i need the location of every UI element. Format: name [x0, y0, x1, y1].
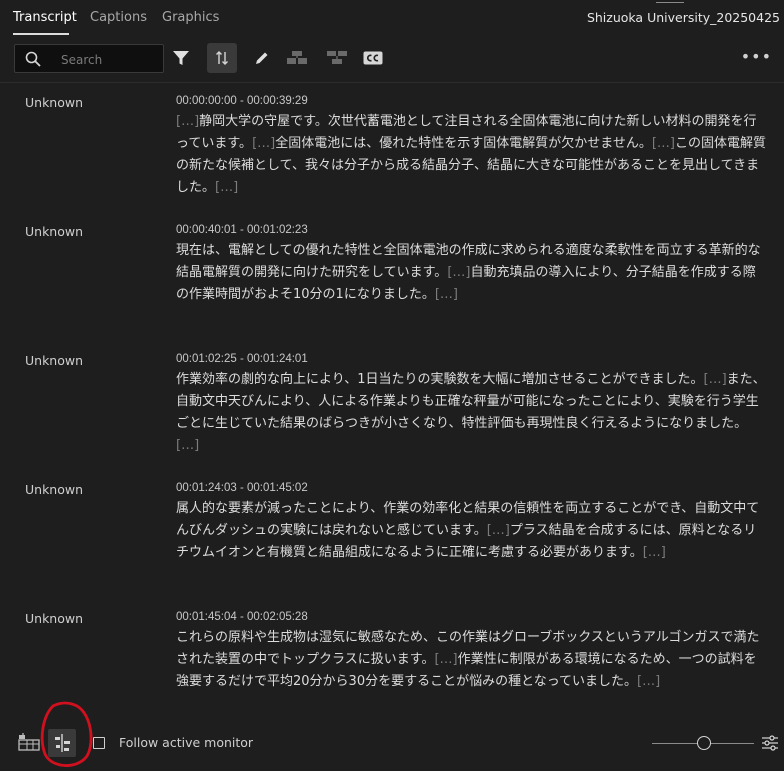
split-segments-button[interactable] [322, 43, 352, 73]
captions-button[interactable] [358, 43, 388, 73]
speaker-label[interactable]: Unknown [25, 611, 83, 626]
segment-timecode: 00:01:45:04 - 00:02:05:28 [176, 611, 308, 623]
transcript-segment[interactable]: Unknown 00:01:02:25 - 00:01:24:01 作業効率の劇… [0, 341, 784, 470]
transcript-list: Unknown 00:00:00:00 - 00:00:39:29 […]静岡大… [0, 83, 784, 715]
filter-button[interactable] [166, 43, 196, 73]
merge-segments-button[interactable] [282, 43, 312, 73]
segment-text[interactable]: これらの原料や生成物は湿気に敏感なため、この作業はグローブボックスというアルゴン… [176, 627, 766, 693]
zoom-slider-thumb[interactable] [697, 736, 711, 750]
speaker-label[interactable]: Unknown [25, 353, 83, 368]
timeline-icon [18, 733, 40, 751]
gap-marker[interactable]: […] [435, 287, 458, 302]
active-tab-indicator [13, 33, 69, 35]
captions-icon [363, 51, 383, 65]
filter-icon [173, 51, 189, 65]
settings-sliders-icon [762, 735, 778, 751]
sync-icon [216, 51, 228, 65]
merge-segments-icon [287, 51, 307, 64]
settings-button[interactable] [760, 732, 780, 754]
align-segments-icon [55, 734, 70, 752]
gap-marker[interactable]: […] [637, 674, 660, 689]
segment-timecode: 00:01:24:03 - 00:01:45:02 [176, 482, 308, 494]
panel-tab-bar: Transcript Captions Graphics Shizuoka Un… [0, 0, 784, 36]
gap-marker[interactable]: […] [652, 136, 675, 151]
transcript-footer: Follow active monitor [0, 718, 784, 771]
gap-marker[interactable]: […] [252, 136, 275, 151]
sync-scroll-button[interactable] [207, 43, 237, 73]
search-input[interactable] [59, 49, 163, 71]
tab-transcript[interactable]: Transcript [13, 10, 77, 25]
follow-active-monitor-label: Follow active monitor [119, 735, 254, 750]
transcript-toolbar: ••• [0, 38, 784, 83]
edit-button[interactable] [247, 43, 277, 73]
tab-graphics[interactable]: Graphics [162, 10, 219, 25]
gap-marker[interactable]: […] [704, 372, 727, 387]
gap-marker[interactable]: […] [487, 523, 510, 538]
segment-text[interactable]: 現在は、電解としての優れた特性と全固体電池の作成に求められる適度な柔軟性を両立す… [176, 240, 766, 306]
title-divider [656, 2, 684, 3]
speaker-label[interactable]: Unknown [25, 482, 83, 497]
segment-text[interactable]: 属人的な要素が減ったことにより、作業の効率化と結果の信頼性を両立することができ、… [176, 498, 766, 564]
gap-marker[interactable]: […] [215, 180, 238, 195]
segment-text[interactable]: […]静岡大学の守屋です。次世代蓄電池として注目される全固体電池に向けた新しい材… [176, 111, 766, 199]
tab-captions[interactable]: Captions [90, 10, 147, 25]
align-segments-button[interactable] [48, 729, 76, 757]
search-box[interactable] [14, 44, 164, 73]
segment-text[interactable]: 作業効率の劇的な向上により、1日当たりの実験数を大幅に増加させることができました… [176, 369, 766, 457]
segment-timecode: 00:00:40:01 - 00:01:02:23 [176, 224, 308, 236]
speaker-label[interactable]: Unknown [25, 224, 83, 239]
edit-icon [256, 52, 268, 64]
segment-timecode: 00:00:00:00 - 00:00:39:29 [176, 95, 308, 107]
search-icon [25, 51, 41, 67]
more-icon[interactable]: ••• [741, 47, 772, 66]
transcript-segment[interactable]: Unknown 00:01:24:03 - 00:01:45:02 属人的な要素… [0, 470, 784, 599]
transcript-text[interactable]: 全固体電池には、優れた特性を示す固体電解質が欠かせません。 [275, 136, 652, 151]
gap-marker[interactable]: […] [434, 652, 457, 667]
segment-timecode: 00:01:02:25 - 00:01:24:01 [176, 353, 308, 365]
gap-marker[interactable]: […] [176, 438, 199, 453]
speaker-label[interactable]: Unknown [25, 95, 83, 110]
transcript-segment[interactable]: Unknown 00:01:45:04 - 00:02:05:28 これらの原料… [0, 599, 784, 715]
split-segments-icon [327, 51, 347, 64]
follow-active-monitor-checkbox[interactable] [93, 737, 105, 749]
transcript-segment[interactable]: Unknown 00:00:00:00 - 00:00:39:29 […]静岡大… [0, 83, 784, 212]
gap-marker[interactable]: […] [447, 265, 470, 280]
gap-marker[interactable]: […] [643, 545, 666, 560]
gap-marker[interactable]: […] [176, 114, 199, 129]
document-title: Shizuoka University_20250425 [586, 10, 780, 25]
timeline-view-button[interactable] [17, 731, 41, 753]
transcript-segment[interactable]: Unknown 00:00:40:01 - 00:01:02:23 現在は、電解… [0, 212, 784, 341]
transcript-text[interactable]: 作業効率の劇的な向上により、1日当たりの実験数を大幅に増加させることができました… [176, 372, 704, 387]
